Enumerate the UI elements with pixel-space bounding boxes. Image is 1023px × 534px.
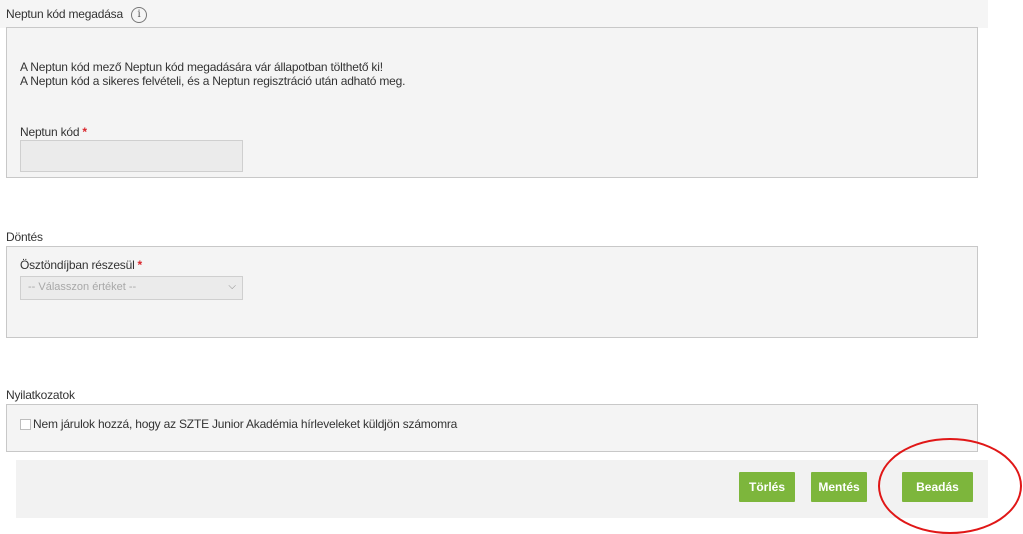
required-mark: *	[137, 258, 143, 272]
neptun-code-label: Neptun kód *	[20, 125, 87, 139]
neptun-section-title-text: Neptun kód megadása	[6, 7, 123, 22]
statements-section-title: Nyilatkozatok	[6, 388, 75, 402]
info-icon[interactable]: i	[130, 7, 147, 23]
neptun-code-label-text: Neptun kód	[20, 125, 80, 139]
neptun-notice-line-1: A Neptun kód mező Neptun kód megadására …	[20, 60, 383, 74]
neptun-code-input[interactable]	[20, 140, 243, 172]
required-mark: *	[82, 125, 87, 139]
newsletter-consent-checkbox[interactable]	[20, 419, 31, 430]
decision-section-title: Döntés	[6, 230, 43, 244]
neptun-notice: A Neptun kód mező Neptun kód megadására …	[20, 60, 405, 88]
save-button[interactable]: Mentés	[811, 472, 867, 502]
scholarship-label: Ösztöndíjban részesül *	[20, 258, 142, 272]
chevron-down-icon: ⌵	[228, 281, 236, 292]
scholarship-select-value: -- Válasszon értéket --	[28, 281, 137, 293]
newsletter-consent-row[interactable]: Nem járulok hozzá, hogy az SZTE Junior A…	[20, 417, 457, 431]
newsletter-consent-label[interactable]: Nem járulok hozzá, hogy az SZTE Junior A…	[33, 417, 457, 431]
submit-button[interactable]: Beadás	[902, 472, 973, 502]
neptun-section-title: Neptun kód megadása i	[6, 7, 147, 23]
scholarship-label-text: Ösztöndíjban részesül	[20, 258, 135, 272]
neptun-header-band	[0, 0, 988, 28]
delete-button[interactable]: Törlés	[739, 472, 795, 502]
neptun-notice-line-2: A Neptun kód a sikeres felvételi, és a N…	[20, 74, 406, 88]
scholarship-select[interactable]: -- Válasszon értéket -- ⌵	[20, 276, 243, 300]
